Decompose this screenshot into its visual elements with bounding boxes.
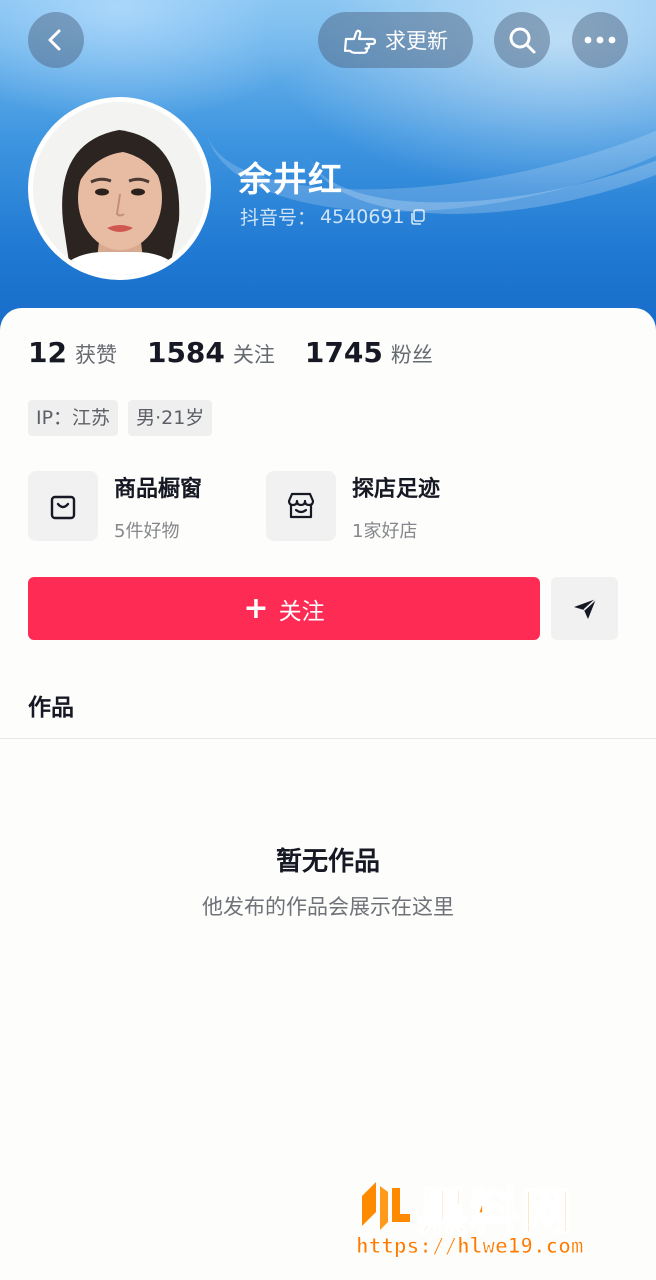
stat-followers-label: 粉丝 (390, 343, 433, 367)
store-icon (266, 471, 336, 541)
stat-following-count: 1584 (146, 336, 225, 369)
store-visits-entry[interactable]: 探店足迹 1家好店 (266, 471, 440, 543)
request-update-button[interactable]: 求更新 (318, 12, 473, 68)
product-showcase-title: 商品橱窗 (114, 477, 203, 502)
shopping-bag-icon (28, 471, 98, 541)
avatar[interactable] (28, 97, 211, 280)
profile-header-banner: 求更新 余井红 抖音号： 4540691 (0, 0, 656, 340)
share-icon (573, 597, 597, 619)
douyin-id[interactable]: 抖音号： 4540691 (240, 203, 427, 230)
stat-followers[interactable]: 1745 粉丝 (305, 336, 433, 369)
store-visits-title: 探店足迹 (352, 477, 441, 502)
back-button[interactable] (28, 12, 84, 68)
gender-age-tag: 男·21岁 (128, 400, 213, 436)
profile-card: 12 获赞 1584 关注 1745 粉丝 IP：江苏 男·21岁 商品橱窗 5… (0, 308, 656, 1280)
store-visits-subtitle: 1家好店 (352, 521, 418, 542)
follow-button-label: 关注 (278, 598, 325, 625)
product-showcase-entry[interactable]: 商品橱窗 5件好物 (28, 471, 202, 543)
request-update-label: 求更新 (385, 29, 448, 53)
stats-row: 12 获赞 1584 关注 1745 粉丝 (28, 336, 433, 369)
follow-button[interactable]: + 关注 (28, 577, 540, 640)
search-icon (509, 27, 536, 54)
stat-following[interactable]: 1584 关注 (147, 336, 275, 369)
douyin-id-label: 抖音号： (240, 207, 317, 229)
stat-likes-label: 获赞 (74, 343, 117, 367)
tab-divider (0, 738, 656, 739)
stat-following-label: 关注 (232, 343, 275, 367)
watermark-url: https://hlwe19.com (356, 1234, 585, 1259)
stat-likes-count: 12 (28, 336, 67, 369)
search-button[interactable] (494, 12, 550, 68)
empty-state-title: 暂无作品 (275, 847, 380, 877)
stat-followers-count: 1745 (304, 336, 383, 369)
tab-works[interactable]: 作品 (28, 688, 74, 722)
avatar-photo (33, 102, 206, 275)
more-options-button[interactable] (572, 12, 628, 68)
more-icon (584, 36, 616, 44)
watermark: 黑料网 https://hlwe19.com (352, 1172, 642, 1272)
stat-likes[interactable]: 12 获赞 (28, 336, 117, 369)
username: 余井红 (238, 160, 343, 200)
pointing-hand-icon (343, 29, 377, 54)
empty-state-subtitle: 他发布的作品会展示在这里 (202, 895, 454, 919)
product-showcase-subtitle: 5件好物 (114, 521, 180, 542)
back-icon (48, 29, 61, 51)
douyin-id-value: 4540691 (320, 205, 405, 228)
profile-tags: IP：江苏 男·21岁 (28, 400, 213, 436)
watermark-logo-icon (362, 1182, 410, 1230)
share-button[interactable] (551, 577, 618, 640)
plus-icon: + (243, 590, 269, 626)
ip-location-tag: IP：江苏 (28, 400, 119, 436)
copy-icon[interactable] (409, 208, 427, 226)
